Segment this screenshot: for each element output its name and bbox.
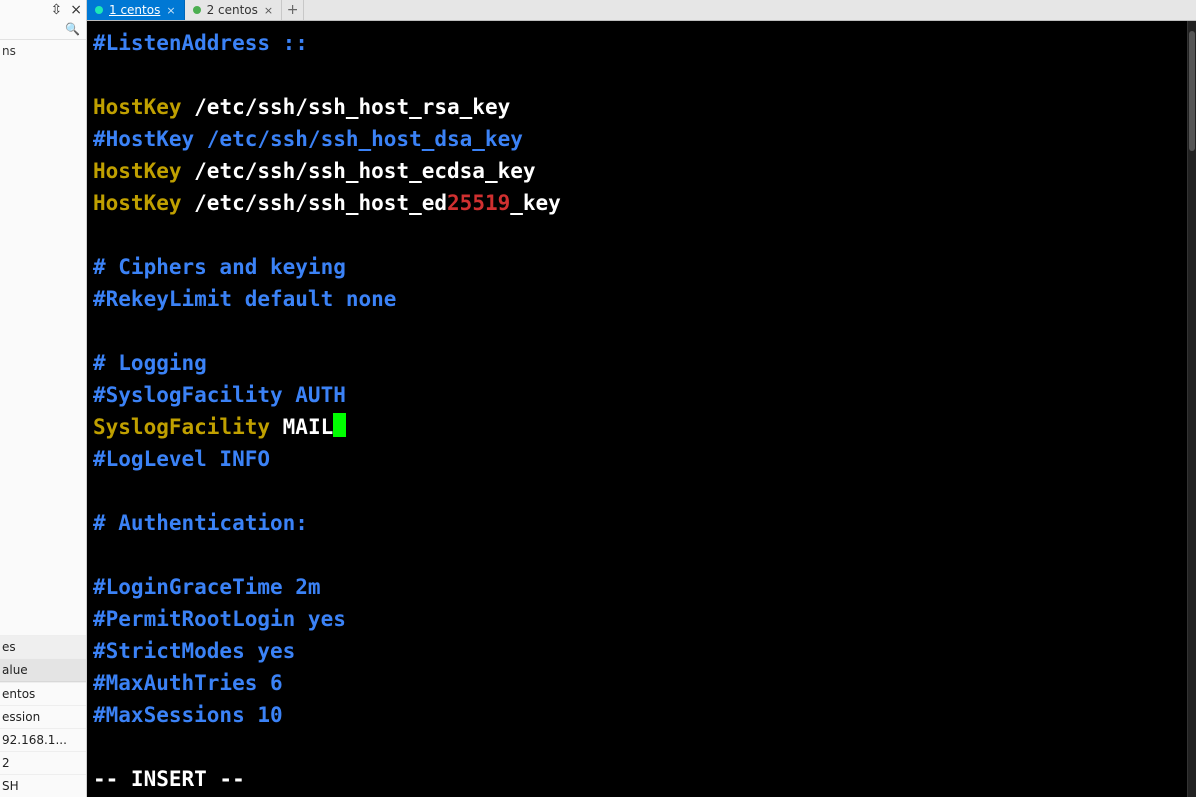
terminal-scrollbar[interactable]: [1187, 21, 1196, 797]
editor-line: #LoginGraceTime 2m: [93, 571, 1190, 603]
code-token: SyslogFacility: [93, 415, 270, 439]
code-token: #MaxAuthTries 6: [93, 671, 283, 695]
editor-line: #PermitRootLogin yes: [93, 603, 1190, 635]
code-token: # Logging: [93, 351, 207, 375]
properties-row: 92.168.1...: [0, 728, 86, 751]
code-token: # Ciphers and keying: [93, 255, 346, 279]
editor-line: HostKey /etc/ssh/ssh_host_ed25519_key: [93, 187, 1190, 219]
properties-row: ession: [0, 705, 86, 728]
code-token: #StrictModes yes: [93, 639, 295, 663]
tab-bar: 1 centos × 2 centos × +: [87, 0, 1196, 21]
code-token: #SyslogFacility AUTH: [93, 383, 346, 407]
code-token: HostKey: [93, 191, 182, 215]
editor-line: #MaxAuthTries 6: [93, 667, 1190, 699]
code-token: /etc/ssh/ssh_host_ed: [182, 191, 448, 215]
tab-session-2[interactable]: 2 centos ×: [185, 0, 283, 20]
code-token: #RekeyLimit default none: [93, 287, 396, 311]
tab-label: 1 centos: [109, 3, 160, 17]
editor-line: #RekeyLimit default none: [93, 283, 1190, 315]
editor-line: [93, 59, 1190, 91]
code-token: #LoginGraceTime 2m: [93, 575, 321, 599]
close-icon[interactable]: ×: [70, 2, 82, 18]
code-token: /etc/ssh/ssh_host_rsa_key: [182, 95, 511, 119]
editor-line: # Authentication:: [93, 507, 1190, 539]
properties-header-1: es: [0, 635, 86, 658]
code-token: #LogLevel INFO: [93, 447, 270, 471]
code-token: #PermitRootLogin yes: [93, 607, 346, 631]
side-panel-tree-label: ns: [0, 40, 86, 62]
code-token: HostKey: [93, 95, 182, 119]
editor-line: #StrictModes yes: [93, 635, 1190, 667]
editor-line: # Logging: [93, 347, 1190, 379]
side-panel: ⇳ × 🔍 ns es alue entos ession 92.168.1..…: [0, 0, 87, 797]
properties-row: entos: [0, 682, 86, 705]
code-token: _key: [510, 191, 561, 215]
editor-line: SyslogFacility MAIL: [93, 411, 1190, 443]
editor-line: HostKey /etc/ssh/ssh_host_rsa_key: [93, 91, 1190, 123]
status-dot-icon: [193, 6, 201, 14]
editor-line: [93, 219, 1190, 251]
code-token: HostKey: [93, 159, 182, 183]
editor-line: #LogLevel INFO: [93, 443, 1190, 475]
side-panel-properties: es alue entos ession 92.168.1... 2 SH: [0, 635, 86, 797]
properties-header-2: alue: [0, 658, 86, 682]
properties-row: 2: [0, 751, 86, 774]
status-dot-icon: [95, 6, 103, 14]
editor-line: [93, 731, 1190, 763]
code-token: #HostKey /etc/ssh/ssh_host_dsa_key: [93, 127, 523, 151]
editor-line: # Ciphers and keying: [93, 251, 1190, 283]
code-token: /etc/ssh/ssh_host_ecdsa_key: [182, 159, 536, 183]
editor-line: HostKey /etc/ssh/ssh_host_ecdsa_key: [93, 155, 1190, 187]
side-panel-controls: ⇳ ×: [0, 0, 86, 18]
tab-session-1[interactable]: 1 centos ×: [87, 0, 185, 20]
code-token: MAIL: [270, 415, 333, 439]
editor-line: #HostKey /etc/ssh/ssh_host_dsa_key: [93, 123, 1190, 155]
editor-line: [93, 315, 1190, 347]
search-icon: 🔍: [65, 22, 80, 36]
code-token: #MaxSessions 10: [93, 703, 283, 727]
code-token: # Authentication:: [93, 511, 308, 535]
scrollbar-thumb[interactable]: [1189, 31, 1195, 151]
terminal-vim-editor[interactable]: #ListenAddress :: HostKey /etc/ssh/ssh_h…: [87, 21, 1196, 797]
editor-line: #MaxSessions 10: [93, 699, 1190, 731]
code-token: 25519: [447, 191, 510, 215]
cursor: [333, 413, 346, 437]
editor-line: [93, 475, 1190, 507]
side-panel-search[interactable]: 🔍: [0, 18, 86, 40]
editor-line: #SyslogFacility AUTH: [93, 379, 1190, 411]
pin-icon[interactable]: ⇳: [51, 2, 63, 18]
vim-status-line: -- INSERT --: [93, 763, 1190, 795]
editor-line: #ListenAddress ::: [93, 27, 1190, 59]
close-icon[interactable]: ×: [166, 4, 175, 17]
tab-label: 2 centos: [207, 3, 258, 17]
close-icon[interactable]: ×: [264, 4, 273, 17]
tab-add-button[interactable]: +: [282, 0, 304, 20]
editor-line: [93, 539, 1190, 571]
code-token: #ListenAddress ::: [93, 31, 308, 55]
properties-row: SH: [0, 774, 86, 797]
